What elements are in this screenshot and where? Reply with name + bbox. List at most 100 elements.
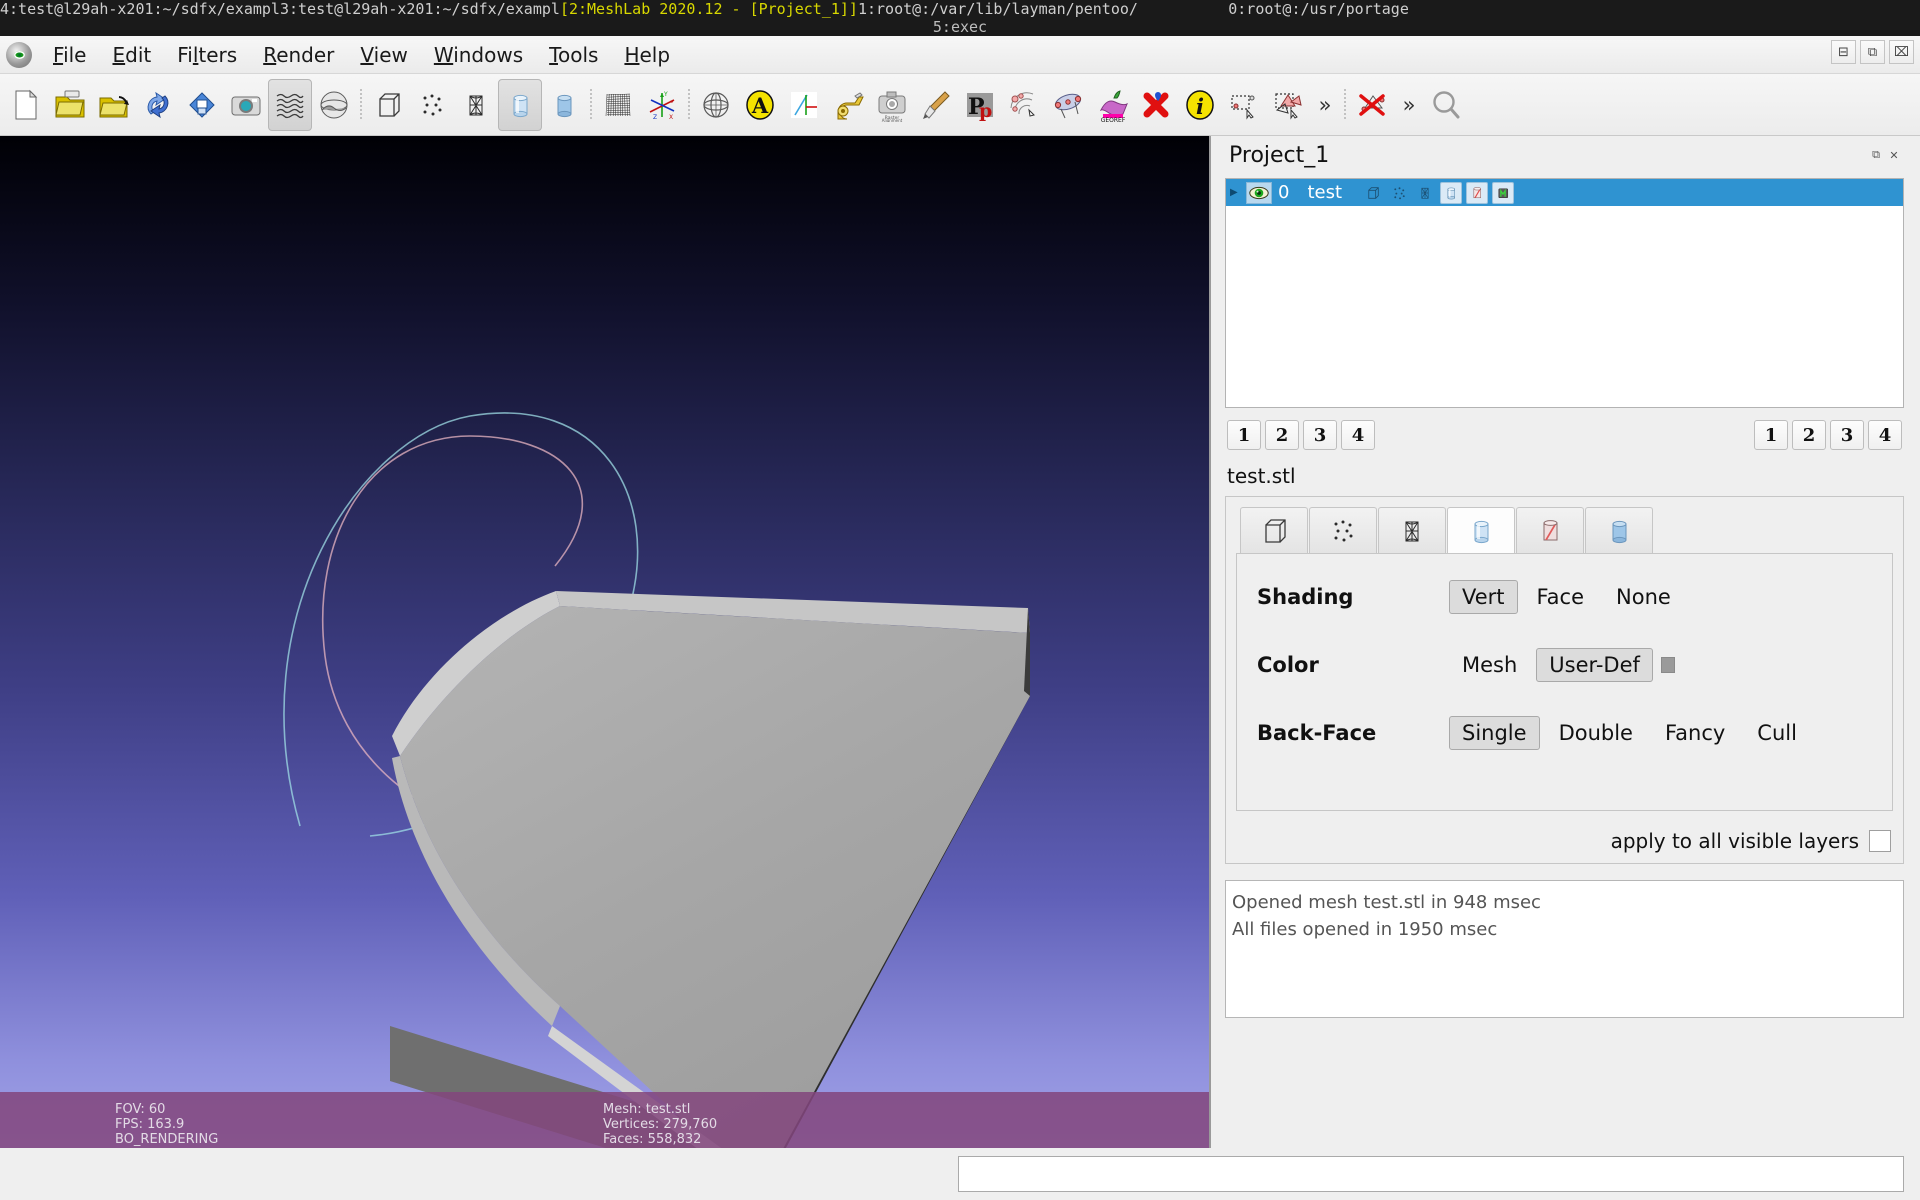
show-raster-layers-icon[interactable] (312, 79, 356, 131)
toolbar-overflow-button[interactable]: » (1394, 79, 1424, 131)
apply-to-all-row: apply to all visible layers (1236, 829, 1893, 853)
3d-viewport[interactable]: FOV: 60 FPS: 163.9 BO_RENDERING Mesh: test… (0, 136, 1211, 1164)
menu-edit[interactable]: Edit (99, 40, 164, 70)
raster-camera-icon[interactable]: Raster Alignment (870, 79, 914, 131)
option-none[interactable]: None (1603, 580, 1684, 614)
option-face[interactable]: Face (1524, 580, 1598, 614)
shot-button-left-1[interactable]: 1 (1227, 420, 1261, 450)
svg-text:Z: Z (653, 114, 657, 121)
info-icon[interactable]: i (1178, 79, 1222, 131)
log-line: All files opened in 1950 msec (1232, 919, 1498, 940)
save-project-icon[interactable] (180, 79, 224, 131)
menu-render[interactable]: Render (250, 40, 347, 70)
render-tab-smooth-shading-icon[interactable] (1585, 507, 1653, 553)
select-vertices-icon[interactable] (1222, 79, 1266, 131)
open-project-icon[interactable] (48, 79, 92, 131)
smooth-shading-icon[interactable] (542, 79, 586, 131)
layer-flat-shading-icon[interactable] (1466, 181, 1489, 204)
render-tab-wireframe-icon[interactable] (1378, 507, 1446, 553)
layer-list-item[interactable]: ▶ 0 test (1226, 179, 1903, 206)
apply-to-all-checkbox[interactable] (1869, 830, 1891, 852)
restore-button[interactable]: ⧉ (1860, 40, 1885, 64)
show-layers-icon[interactable] (268, 78, 312, 131)
layer-list[interactable]: ▶ 0 test (1225, 178, 1904, 408)
delete-selected-faces-icon[interactable] (1350, 79, 1394, 131)
show-text-info-icon[interactable]: A (738, 79, 782, 131)
tmux-window-1[interactable]: 3:test@l29ah-x201:~/sdfx/exampl (280, 0, 560, 18)
search-icon[interactable] (1424, 79, 1468, 131)
layer-wireframe-icon[interactable] (1414, 182, 1436, 204)
points-icon[interactable] (410, 79, 454, 131)
shot-button-left-4[interactable]: 4 (1341, 420, 1375, 450)
paint-brush-icon[interactable] (914, 79, 958, 131)
delete-mesh-icon[interactable] (1134, 79, 1178, 131)
align-tool-icon[interactable] (1002, 79, 1046, 131)
viewport-left-stats: FOV: 60 FPS: 163.9 BO_RENDERING (115, 1102, 218, 1147)
tmux-window-3[interactable]: 1:root@:/var/lib/layman/pentoo/ (858, 0, 1138, 18)
option-double[interactable]: Double (1546, 716, 1646, 750)
menu-view[interactable]: View (347, 40, 420, 70)
render-tab-bounding-box-icon[interactable] (1240, 507, 1308, 553)
option-cull[interactable]: Cull (1744, 716, 1810, 750)
meshlab-logo-icon (6, 41, 32, 68)
viewport-mesh-stat-line: Vertices: 279,760 (603, 1117, 718, 1132)
flat-lines-icon[interactable] (498, 78, 542, 131)
render-tab-points-icon[interactable] (1309, 507, 1377, 553)
pdf-export-icon[interactable]: Pp (958, 79, 1002, 131)
tmux-window-0[interactable]: 4:test@l29ah-x201:~/sdfx/exampl (0, 0, 280, 18)
toolbar-separator (586, 85, 596, 125)
import-mesh-icon[interactable] (92, 79, 136, 131)
option-single[interactable]: Single (1449, 716, 1540, 750)
command-input[interactable] (958, 1156, 1904, 1192)
shot-button-right-3[interactable]: 3 (1830, 420, 1864, 450)
tmux-window-2[interactable]: [2:MeshLab 2020.12 - [Project_1]] (560, 0, 858, 18)
shot-button-left-2[interactable]: 2 (1265, 420, 1299, 450)
layer-name: test (1307, 182, 1343, 203)
raster-alignment-icon[interactable] (782, 79, 826, 131)
georef-icon[interactable]: GEOREF (1090, 79, 1134, 131)
bounding-box-icon[interactable] (366, 79, 410, 131)
visibility-eye-icon[interactable] (1246, 181, 1272, 204)
menu-file[interactable]: File (40, 40, 99, 70)
close-button[interactable]: ⌧ (1889, 40, 1914, 64)
render-mode-tabpage: Shading Vert Face None Color Mesh User-Def Back… (1236, 553, 1893, 811)
control-label: Shading (1257, 585, 1354, 609)
new-project-icon[interactable] (4, 79, 48, 131)
shot-button-left-3[interactable]: 3 (1303, 420, 1337, 450)
snapshot-icon[interactable] (224, 79, 268, 131)
render-tab-flat-lines-icon[interactable] (1447, 507, 1515, 553)
render-tab-flat-shading-icon[interactable] (1516, 507, 1584, 553)
option-vert[interactable]: Vert (1449, 580, 1518, 614)
minimize-button[interactable]: ⊟ (1831, 40, 1856, 64)
show-mesh-grid-icon[interactable] (596, 79, 640, 131)
show-axis-icon[interactable]: Y Z X (640, 79, 684, 131)
shot-button-right-2[interactable]: 2 (1792, 420, 1826, 450)
tmux-window-4[interactable]: 0:root@:/usr/portage (1228, 0, 1409, 18)
layer-bounding-box-icon[interactable] (1362, 182, 1384, 204)
layer-points-icon[interactable] (1388, 182, 1410, 204)
wireframe-icon[interactable] (454, 79, 498, 131)
menu-windows[interactable]: Windows (421, 40, 536, 70)
layer-flat-lines-icon[interactable] (1440, 181, 1463, 204)
dock-close-button[interactable]: ✕ (1888, 149, 1900, 162)
select-faces-icon[interactable] (1266, 79, 1310, 131)
menu-help[interactable]: Help (611, 40, 683, 70)
trackball-icon[interactable] (694, 79, 738, 131)
shot-button-right-4[interactable]: 4 (1868, 420, 1902, 450)
reload-icon[interactable] (136, 79, 180, 131)
toolbar-overflow-button[interactable]: » (1310, 79, 1340, 131)
dock-float-button[interactable]: ⧉ (1870, 148, 1882, 161)
menu-filters[interactable]: Filters (164, 40, 250, 70)
tmux-status-bar-line2: 5:exec (0, 18, 1920, 36)
option-fancy[interactable]: Fancy (1652, 716, 1738, 750)
color-swatch-button[interactable] (1660, 657, 1675, 673)
shot-button-right-1[interactable]: 1 (1754, 420, 1788, 450)
layer-smooth-shading-icon[interactable] (1492, 181, 1515, 204)
expand-arrow-icon[interactable]: ▶ (1230, 187, 1240, 198)
measuring-tool-icon[interactable] (826, 79, 870, 131)
option-user-def[interactable]: User-Def (1536, 648, 1653, 682)
option-mesh[interactable]: Mesh (1449, 648, 1530, 682)
menu-tools[interactable]: Tools (536, 40, 611, 70)
control-row-back-face: Back-Face Single Double Fancy Cull (1257, 716, 1892, 750)
point-based-glue-icon[interactable] (1046, 79, 1090, 131)
